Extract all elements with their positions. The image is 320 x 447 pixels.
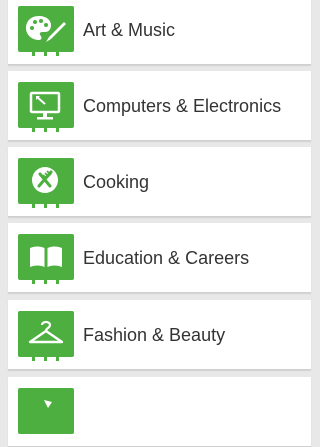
monitor-icon [29, 91, 61, 120]
category-label: Fashion & Beauty [83, 325, 226, 345]
open-book-icon [30, 246, 62, 267]
plate-utensils-icon [32, 167, 58, 193]
category-badge [18, 158, 74, 208]
category-item-computers-electronics[interactable]: Computers & Electronics [8, 71, 311, 141]
category-item-cooking[interactable]: Cooking [8, 147, 311, 217]
category-item-fashion-beauty[interactable]: Fashion & Beauty [8, 300, 311, 370]
category-label: Education & Careers [83, 248, 250, 268]
category-badge [18, 82, 74, 132]
category-badge [18, 6, 74, 56]
category-label: Computers & Electronics [83, 96, 282, 116]
category-badge [18, 234, 74, 284]
category-icon [44, 400, 52, 408]
category-item-education-careers[interactable]: Education & Careers [8, 223, 311, 293]
palette-icon [26, 16, 66, 42]
category-item-art-music[interactable]: Art & Music [8, 0, 311, 65]
category-badge [18, 388, 74, 434]
category-item-partial[interactable] [8, 377, 311, 447]
category-label: Cooking [83, 172, 150, 192]
hanger-icon [28, 320, 64, 344]
category-label: Art & Music [83, 20, 176, 40]
category-badge [18, 311, 74, 361]
